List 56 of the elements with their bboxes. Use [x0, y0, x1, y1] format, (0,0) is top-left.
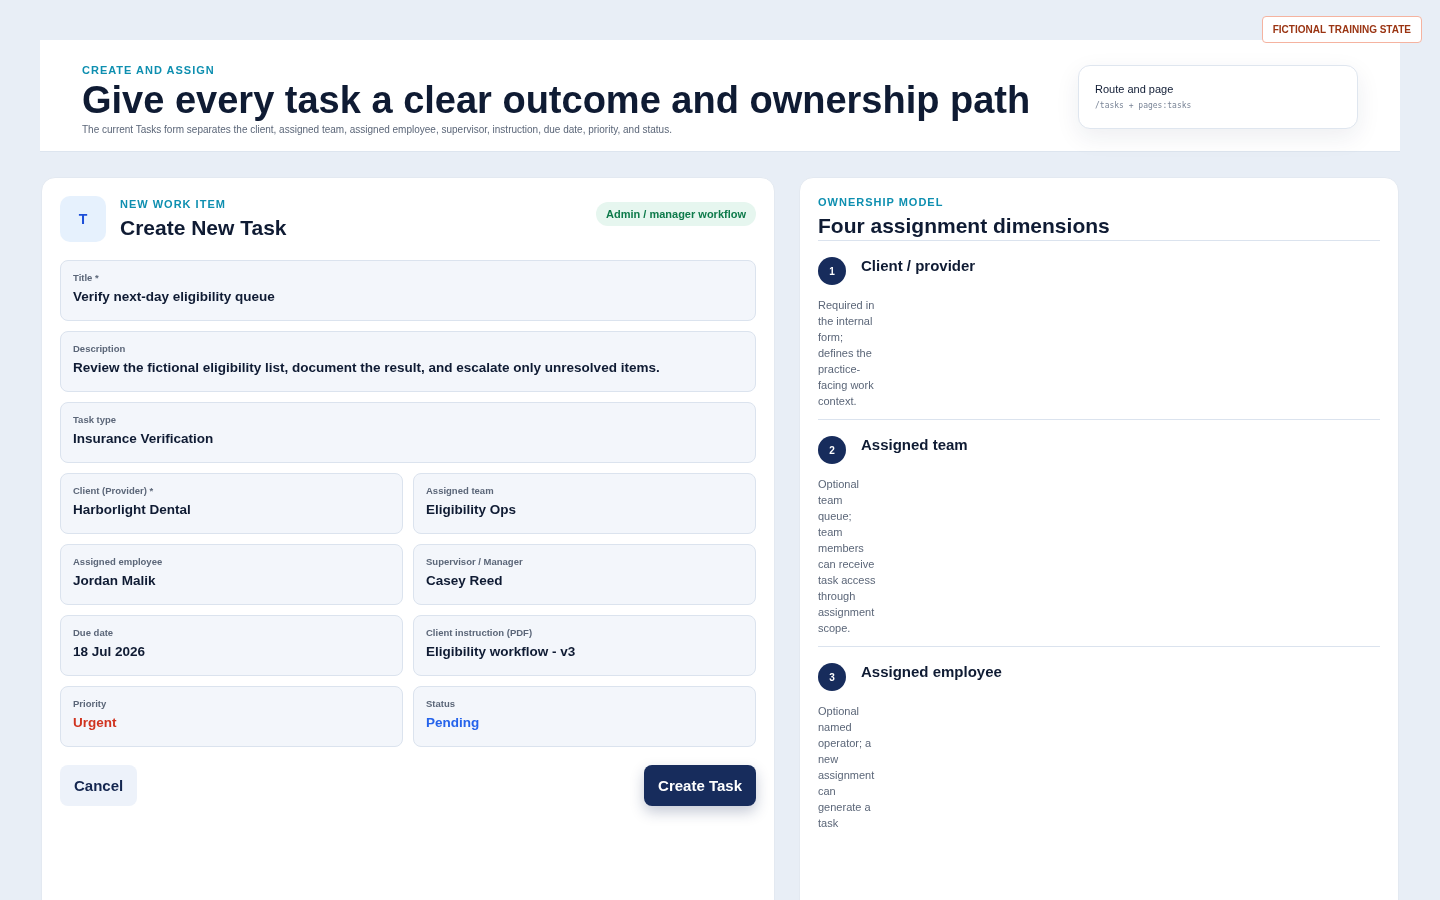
dimension-title: Assigned employee [861, 662, 1002, 680]
step-number: 2 [818, 436, 846, 464]
field-value: Pending [426, 715, 481, 730]
field-value: Urgent [73, 715, 118, 730]
field-label: Status [426, 698, 457, 709]
dimension-title: Assigned team [861, 435, 968, 453]
task-avatar: T [60, 196, 106, 242]
workflow-pill: Admin / manager workflow [596, 202, 756, 226]
field-value: Harborlight Dental [73, 502, 192, 517]
form-title: Create New Task [120, 216, 287, 240]
field-label: Due date [73, 627, 115, 638]
form-field[interactable]: Assigned employee Jordan Malik [60, 544, 403, 605]
eyebrow-label: CREATE AND ASSIGN [82, 64, 216, 76]
field-value: Verify next-day eligibility queue [73, 289, 276, 304]
section-title: Four assignment dimensions [818, 214, 1380, 241]
create-task-button[interactable]: Create Task [644, 765, 756, 806]
form-field[interactable]: Status Pending [413, 686, 756, 747]
field-label: Client (Provider) * [73, 485, 155, 496]
form-field[interactable]: Task type Insurance Verification [60, 402, 756, 463]
field-label: Task type [73, 414, 118, 425]
dimension-title: Client / provider [861, 256, 976, 274]
route-card-title: Route and page [1095, 83, 1175, 95]
form-field[interactable]: Client instruction (PDF) Eligibility workflow - v3 [413, 615, 756, 676]
status-badge: FICTIONAL TRAINING STATE [1261, 16, 1422, 43]
form-field[interactable]: Title * Verify next-day eligibility queue [60, 260, 756, 321]
dimension-description: Required in the internal form; defines the practice-facing work context. [818, 298, 876, 409]
form-field[interactable]: Supervisor / Manager Casey Reed [413, 544, 756, 605]
form-field[interactable]: Due date 18 Jul 2026 [60, 615, 403, 676]
page-subtitle: The current Tasks form separates the client, assigned team, assigned employee, supervisor, instruction, due date, priority, and status. [82, 123, 673, 135]
field-value: Insurance Verification [73, 431, 215, 446]
form-field[interactable]: Priority Urgent [60, 686, 403, 747]
field-label: Assigned team [426, 485, 495, 496]
field-value: 18 Jul 2026 [73, 644, 147, 659]
form-field[interactable]: Client (Provider) * Harborlight Dental [60, 473, 403, 534]
route-code: /tasks + pages:tasks [1095, 101, 1193, 110]
field-value: Eligibility workflow - v3 [426, 644, 577, 659]
dimension-description: Optional team queue; team members can receive task access through assignment scope. [818, 477, 876, 636]
cancel-button[interactable]: Cancel [60, 765, 138, 806]
field-value: Review the fictional eligibility list, document the result, and escalate only unresolved items. [73, 360, 661, 375]
step-number: 3 [818, 663, 846, 691]
field-label: Priority [73, 698, 108, 709]
field-value: Casey Reed [426, 573, 504, 588]
form-field[interactable]: Assigned team Eligibility Ops [413, 473, 756, 534]
field-label: Description [73, 343, 127, 354]
field-label: Title * [73, 272, 100, 283]
eyebrow-label: NEW WORK ITEM [120, 198, 227, 210]
field-label: Client instruction (PDF) [426, 627, 534, 638]
page-title: Give every task a clear outcome and ownership path [82, 80, 1031, 122]
eyebrow-label: OWNERSHIP MODEL [818, 196, 945, 208]
field-label: Supervisor / Manager [426, 556, 524, 567]
form-field[interactable]: Description Review the fictional eligibility list, document the result, and escalate only unresolved items. [60, 331, 756, 392]
step-number: 1 [818, 257, 846, 285]
field-value: Jordan Malik [73, 573, 157, 588]
field-label: Assigned employee [73, 556, 164, 567]
field-value: Eligibility Ops [426, 502, 517, 517]
dimension-description: Optional named operator; a new assignment can generate a task [818, 704, 876, 831]
